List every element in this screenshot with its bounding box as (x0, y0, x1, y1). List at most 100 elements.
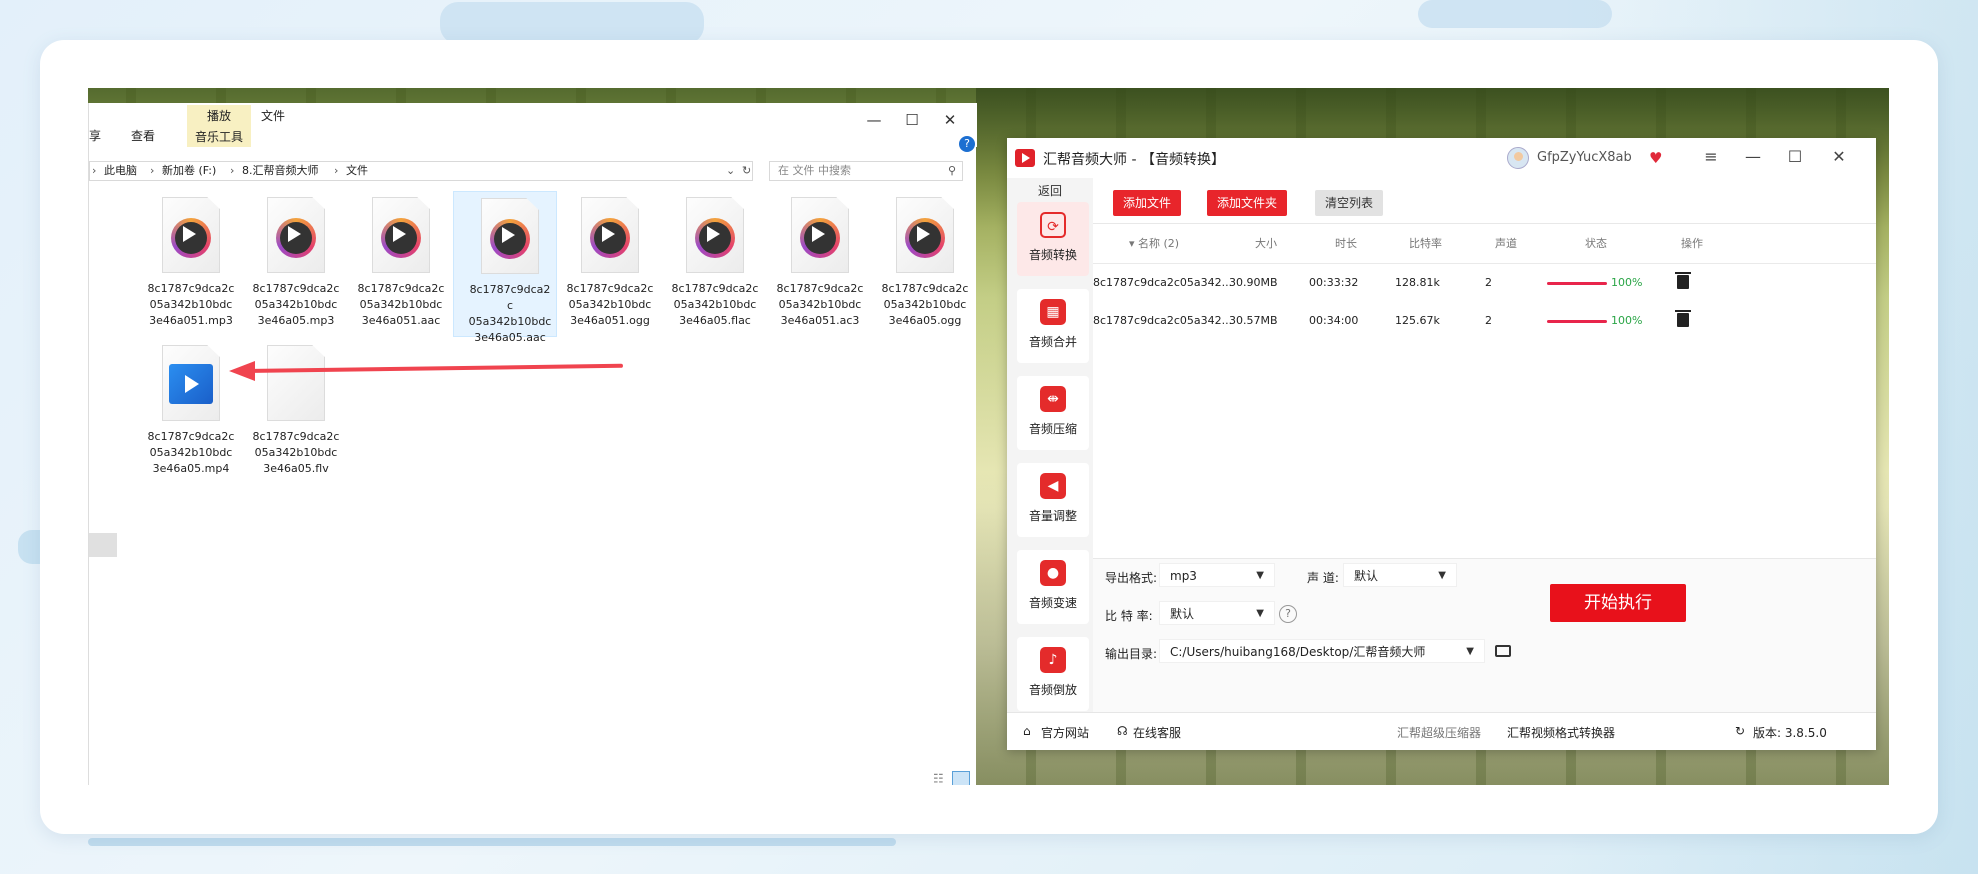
column-duration: 时长 (1335, 237, 1357, 250)
compressor-link[interactable]: 汇帮超级压缩器 (1397, 724, 1481, 741)
breadcrumb-item[interactable]: 8.汇帮音频大师 (242, 162, 319, 180)
official-website-link[interactable]: 官方网站 (1041, 724, 1089, 741)
file-item[interactable]: 8c1787c9dca2c 05a342b10bdc 3e46a051.ac3 (768, 191, 872, 329)
audio-file-icon (581, 197, 639, 273)
file-table-header: ▾ 名称 (2) 大小 时长 比特率 声道 状态 操作 (1093, 224, 1876, 264)
nav-label: 音频变速 (1028, 596, 1077, 610)
avatar[interactable] (1507, 147, 1529, 169)
close-button[interactable]: ✕ (935, 109, 965, 131)
file-name: 8c1787c9dca2c 05a342b10bdc 3e46a05.aac (468, 283, 552, 344)
nav-audio-reverse[interactable]: ♪ 音频倒放 (1017, 637, 1089, 711)
file-item[interactable]: 8c1787c9dca2c 05a342b10bdc 3e46a051.aac (349, 191, 453, 329)
maximize-button[interactable]: ☐ (897, 109, 927, 131)
progress-percent: 100% (1611, 276, 1643, 289)
username[interactable]: GfpZyYucX8ab (1537, 150, 1632, 165)
file-name: 8c1787c9dca2c 05a342b10bdc 3e46a05.flac (671, 282, 759, 327)
ribbon-tab-play[interactable]: 播放 (187, 105, 251, 127)
file-item[interactable]: 8c1787c9dca2c 05a342b10bdc 3e46a051.mp3 (139, 191, 243, 329)
column-status: 状态 (1585, 237, 1607, 250)
back-button[interactable]: 返回 (1007, 182, 1093, 199)
trash-icon[interactable] (1675, 310, 1691, 327)
ribbon-tab-view[interactable]: 查看 (131, 127, 155, 144)
breadcrumb-item[interactable]: 文件 (346, 162, 368, 180)
audio-file-icon (686, 197, 744, 273)
close-button[interactable]: ✕ (1825, 146, 1853, 168)
audio-file-icon (267, 197, 325, 273)
app-toolbar: 添加文件 添加文件夹 清空列表 (1093, 178, 1876, 224)
help-icon[interactable]: ? (959, 136, 975, 152)
ribbon-tab-music-tools[interactable]: 音乐工具 (187, 127, 251, 147)
file-item[interactable]: 8c1787c9dca2c 05a342b10bdc 3e46a051.ogg (558, 191, 662, 329)
refresh-icon[interactable]: ↻ (1735, 724, 1745, 738)
file-name: 8c1787c9dca2c 05a342b10bdc 3e46a051.ogg (566, 282, 654, 327)
cell-channels: 2 (1485, 276, 1492, 289)
nav-audio-convert[interactable]: ⟳ 音频转换 (1017, 202, 1089, 276)
nav-label: 音频压缩 (1028, 422, 1077, 436)
table-row[interactable]: 8c1787c9dca2c05a342... 30.57MB 00:34:00 … (1093, 302, 1876, 340)
add-file-button[interactable]: 添加文件 (1113, 190, 1182, 216)
app-sidebar: 返回 ⟳ 音频转换 ▦ 音频合并 ⇼ 音频压缩 ◀ 音量调整 ● 音频变速 ♪ … (1007, 178, 1093, 712)
channel-select[interactable]: 默认 ▼ (1343, 563, 1457, 587)
app-title: 汇帮音频大师 - 【音频转换】 (1043, 152, 1225, 168)
nav-volume-adjust[interactable]: ◀ 音量调整 (1017, 463, 1089, 537)
volume-icon: ◀ (1040, 473, 1066, 499)
cell-channels: 2 (1485, 314, 1492, 327)
nav-label: 音频合并 (1028, 335, 1077, 349)
folder-icon[interactable] (1495, 645, 1511, 657)
minimize-button[interactable]: — (1739, 146, 1767, 168)
view-switcher: ☷ (933, 771, 970, 785)
file-item[interactable]: 8c1787c9dca2c 05a342b10bdc 3e46a05.ogg (873, 191, 977, 329)
app-statusbar: ⌂ 官方网站 ☊ 在线客服 汇帮超级压缩器 汇帮视频格式转换器 ↻ 版本: 3.… (1007, 712, 1876, 750)
minimize-button[interactable]: — (859, 109, 889, 131)
breadcrumb-item[interactable]: 新加卷 (F:) (162, 162, 216, 180)
table-row[interactable]: 8c1787c9dca2c05a342... 30.90MB 00:33:32 … (1093, 264, 1876, 302)
maximize-button[interactable]: ☐ (1781, 146, 1809, 168)
file-item[interactable]: 8c1787c9dca2c 05a342b10bdc 3e46a05.flv (244, 339, 348, 477)
progress-bar (1547, 320, 1607, 323)
video-converter-link[interactable]: 汇帮视频格式转换器 (1507, 724, 1615, 741)
output-dir-select[interactable]: C:/Users/huibang168/Desktop/汇帮音频大师 ▼ (1159, 639, 1485, 663)
file-name: 8c1787c9dca2c 05a342b10bdc 3e46a051.aac (357, 282, 445, 327)
file-item[interactable]: 8c1787c9dca2c 05a342b10bdc 3e46a05.mp3 (244, 191, 348, 329)
cell-size: 30.57MB (1229, 314, 1278, 327)
trash-icon[interactable] (1675, 272, 1691, 289)
large-icons-view-icon[interactable] (951, 771, 970, 785)
app-logo-icon (1015, 149, 1035, 167)
cell-duration: 00:34:00 (1309, 314, 1359, 327)
cell-bitrate: 125.67k (1395, 314, 1440, 327)
ribbon-tab-share[interactable]: 享 (89, 127, 101, 144)
nav-audio-speed[interactable]: ● 音频变速 (1017, 550, 1089, 624)
column-channels: 声道 (1495, 237, 1517, 250)
format-label: 导出格式: (1105, 571, 1158, 585)
column-name[interactable]: ▾ 名称 (2) (1129, 224, 1179, 264)
search-icon: ⚲ (947, 164, 956, 177)
file-item-selected[interactable]: 8c1787c9dca2c 05a342b10bdc 3e46a05.aac (453, 191, 557, 344)
help-icon[interactable]: ? (1279, 605, 1297, 623)
channel-value: 默认 (1354, 569, 1379, 583)
file-item[interactable]: 8c1787c9dca2c 05a342b10bdc 3e46a05.flac (663, 191, 767, 329)
nav-audio-compress[interactable]: ⇼ 音频压缩 (1017, 376, 1089, 450)
details-view-icon[interactable]: ☷ (933, 772, 944, 786)
format-select[interactable]: mp3 ▼ (1159, 563, 1275, 587)
clear-list-button[interactable]: 清空列表 (1315, 190, 1384, 216)
file-name: 8c1787c9dca2c 05a342b10bdc 3e46a05.ogg (881, 282, 969, 327)
vip-heart-icon[interactable]: ♥ (1649, 149, 1662, 167)
file-item[interactable]: 8c1787c9dca2c 05a342b10bdc 3e46a05.mp4 (139, 339, 243, 477)
menu-button[interactable]: ≡ (1697, 146, 1725, 168)
address-bar[interactable]: › 此电脑 › 新加卷 (F:) › 8.汇帮音频大师 › 文件 ⌄ ↻ (89, 161, 753, 181)
bitrate-select[interactable]: 默认 ▼ (1159, 601, 1275, 625)
chevron-down-icon[interactable]: ⌄ (726, 162, 735, 180)
add-folder-button[interactable]: 添加文件夹 (1207, 190, 1288, 216)
breadcrumb-item[interactable]: 此电脑 (104, 162, 137, 180)
file-name: 8c1787c9dca2c 05a342b10bdc 3e46a05.mp4 (147, 430, 235, 475)
audio-file-icon (791, 197, 849, 273)
online-support-link[interactable]: 在线客服 (1133, 724, 1181, 741)
nav-audio-merge[interactable]: ▦ 音频合并 (1017, 289, 1089, 363)
ribbon-tab-file[interactable]: 文件 (261, 107, 285, 124)
refresh-icon[interactable]: ↻ (742, 162, 751, 180)
chevron-right-icon: › (150, 164, 155, 177)
start-button[interactable]: 开始执行 (1550, 584, 1686, 622)
search-input[interactable]: 在 文件 中搜索 ⚲ (769, 161, 963, 181)
file-explorer-window: 享 查看 播放 音乐工具 文件 — ☐ ✕ ? › 此电脑 › 新加卷 (F:)… (88, 103, 977, 785)
cell-name: 8c1787c9dca2c05a342... (1093, 276, 1233, 289)
